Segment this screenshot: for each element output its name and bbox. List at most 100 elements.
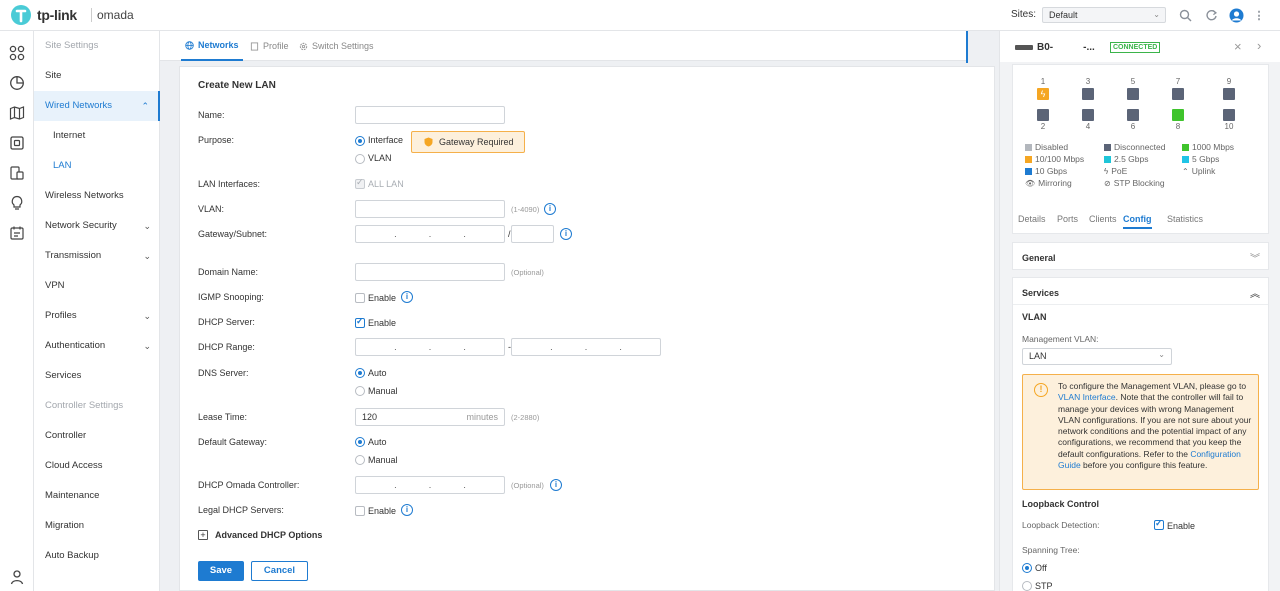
site-select[interactable]: Default ⌄: [1042, 7, 1166, 23]
port-8[interactable]: [1172, 109, 1184, 121]
refresh-icon[interactable]: [1203, 7, 1219, 23]
save-button[interactable]: Save: [198, 561, 244, 581]
igmp-enable-checkbox[interactable]: [355, 293, 365, 303]
top-header: tp-link omada Sites: Default ⌄ ⋮: [0, 0, 1280, 31]
tab-networks[interactable]: Networks: [181, 31, 243, 61]
port-10[interactable]: [1223, 109, 1235, 121]
tab-switch-settings[interactable]: Switch Settings: [295, 31, 378, 61]
loopback-enable-checkbox[interactable]: [1154, 518, 1164, 530]
vlan-info-icon[interactable]: i: [544, 203, 556, 215]
tab-statistics[interactable]: Statistics: [1167, 214, 1203, 224]
clients-icon[interactable]: [9, 165, 25, 181]
vlan-interface-link[interactable]: VLAN Interface: [1058, 392, 1116, 402]
port-3[interactable]: [1082, 88, 1094, 100]
sidebar-item-internet[interactable]: Internet: [34, 121, 160, 151]
sidebar-item-migration[interactable]: Migration: [34, 511, 160, 541]
spanning-stp-radio[interactable]: [1022, 581, 1032, 591]
sidebar-item-wireless-networks[interactable]: Wireless Networks: [34, 181, 160, 211]
spanning-off-radio[interactable]: [1022, 563, 1032, 573]
mgmt-vlan-select[interactable]: LAN ⌄: [1022, 348, 1172, 365]
subnet-mask-input[interactable]: [511, 225, 554, 243]
chevron-right-icon[interactable]: ›: [1257, 38, 1261, 53]
chevron-down-icon: ⌄: [1158, 350, 1165, 359]
expand-plus-icon[interactable]: +: [198, 530, 208, 540]
sidebar-item-network-security[interactable]: Network Security ⌄: [34, 211, 160, 241]
tab-config[interactable]: Config: [1123, 214, 1152, 229]
tab-ports[interactable]: Ports: [1057, 214, 1078, 224]
dhcp-range-start-input[interactable]: ...: [355, 338, 505, 356]
port-6[interactable]: [1127, 109, 1139, 121]
sidebar-item-maintenance[interactable]: Maintenance: [34, 481, 160, 511]
sidebar-item-lan[interactable]: LAN: [34, 151, 160, 181]
gateway-manual-radio[interactable]: [355, 455, 365, 465]
igmp-info-icon[interactable]: i: [401, 291, 413, 303]
purpose-interface-radio[interactable]: [355, 136, 365, 146]
general-section[interactable]: General ︾: [1012, 242, 1269, 270]
tab-clients[interactable]: Clients: [1089, 214, 1117, 224]
omada-info-icon[interactable]: i: [550, 479, 562, 491]
port-4[interactable]: [1082, 109, 1094, 121]
legend-10gbps: 10 Gbps: [1025, 166, 1067, 176]
port-7[interactable]: [1172, 88, 1184, 100]
tab-details[interactable]: Details: [1018, 214, 1046, 224]
sidebar-item-authentication[interactable]: Authentication ⌄: [34, 331, 160, 361]
statistics-icon[interactable]: [9, 75, 25, 91]
sidebar-item-wired-networks[interactable]: Wired Networks ⌃: [34, 91, 160, 121]
search-icon[interactable]: [1177, 7, 1193, 23]
legend-disconnected: Disconnected: [1104, 142, 1166, 152]
port-5[interactable]: [1127, 88, 1139, 100]
port-number: 2: [1040, 122, 1046, 131]
name-input[interactable]: [355, 106, 505, 124]
dhcp-server-checkbox[interactable]: [355, 316, 365, 328]
dns-server-label: DNS Server:: [198, 368, 249, 378]
tab-profile[interactable]: Profile: [246, 31, 293, 61]
gear-icon: [299, 42, 308, 50]
dns-manual-radio[interactable]: [355, 386, 365, 396]
legal-dhcp-checkbox[interactable]: [355, 506, 365, 516]
gateway-auto-radio[interactable]: [355, 437, 365, 447]
sidebar-item-transmission[interactable]: Transmission ⌄: [34, 241, 160, 271]
all-lan-checkbox[interactable]: [355, 177, 365, 189]
gateway-subnet-label: Gateway/Subnet:: [198, 229, 268, 239]
sidebar-item-profiles[interactable]: Profiles ⌄: [34, 301, 160, 331]
insight-icon[interactable]: [9, 195, 25, 211]
sidebar-item-cloud-access[interactable]: Cloud Access: [34, 451, 160, 481]
dns-auto-radio[interactable]: [355, 368, 365, 378]
sidebar-item-controller[interactable]: Controller: [34, 421, 160, 451]
legal-dhcp-info-icon[interactable]: i: [401, 504, 413, 516]
port-1[interactable]: ϟ: [1037, 88, 1049, 100]
advanced-dhcp-options-toggle[interactable]: Advanced DHCP Options: [215, 530, 322, 540]
sidebar-item-auto-backup[interactable]: Auto Backup: [34, 541, 160, 571]
close-icon[interactable]: ×: [1234, 39, 1242, 54]
dashboard-icon[interactable]: [9, 45, 25, 61]
collapse-icon[interactable]: ︽: [1250, 285, 1260, 300]
sites-label: Sites:: [1011, 9, 1037, 20]
map-icon[interactable]: [9, 105, 25, 121]
user-avatar-icon[interactable]: [1228, 7, 1244, 23]
lease-time-input[interactable]: 120 minutes: [355, 408, 505, 426]
expand-icon[interactable]: ︾: [1250, 250, 1260, 265]
vlan-input[interactable]: [355, 200, 505, 218]
device-name: B0- -...: [1037, 42, 1095, 53]
devices-icon[interactable]: [9, 135, 25, 151]
purpose-vlan-radio[interactable]: [355, 154, 365, 164]
more-menu-icon[interactable]: ⋮: [1251, 7, 1267, 23]
cancel-button[interactable]: Cancel: [251, 561, 308, 581]
port-9[interactable]: [1223, 88, 1235, 100]
account-icon[interactable]: [9, 569, 25, 585]
all-lan-label: ALL LAN: [368, 179, 404, 189]
default-gateway-label: Default Gateway:: [198, 437, 268, 447]
domain-name-input[interactable]: [355, 263, 505, 281]
dns-manual-label: Manual: [368, 386, 398, 396]
sidebar-item-services[interactable]: Services: [34, 361, 160, 391]
sidebar-item-vpn[interactable]: VPN: [34, 271, 160, 301]
gateway-info-icon[interactable]: i: [560, 228, 572, 240]
gateway-ip-input[interactable]: ...: [355, 225, 505, 243]
log-icon[interactable]: [9, 225, 25, 241]
dhcp-omada-controller-input[interactable]: ...: [355, 476, 505, 494]
port-number: 4: [1085, 122, 1091, 131]
vlan-label: VLAN:: [198, 204, 225, 214]
port-2[interactable]: [1037, 109, 1049, 121]
sidebar-item-site[interactable]: Site: [34, 61, 160, 91]
dhcp-range-end-input[interactable]: ...: [511, 338, 661, 356]
